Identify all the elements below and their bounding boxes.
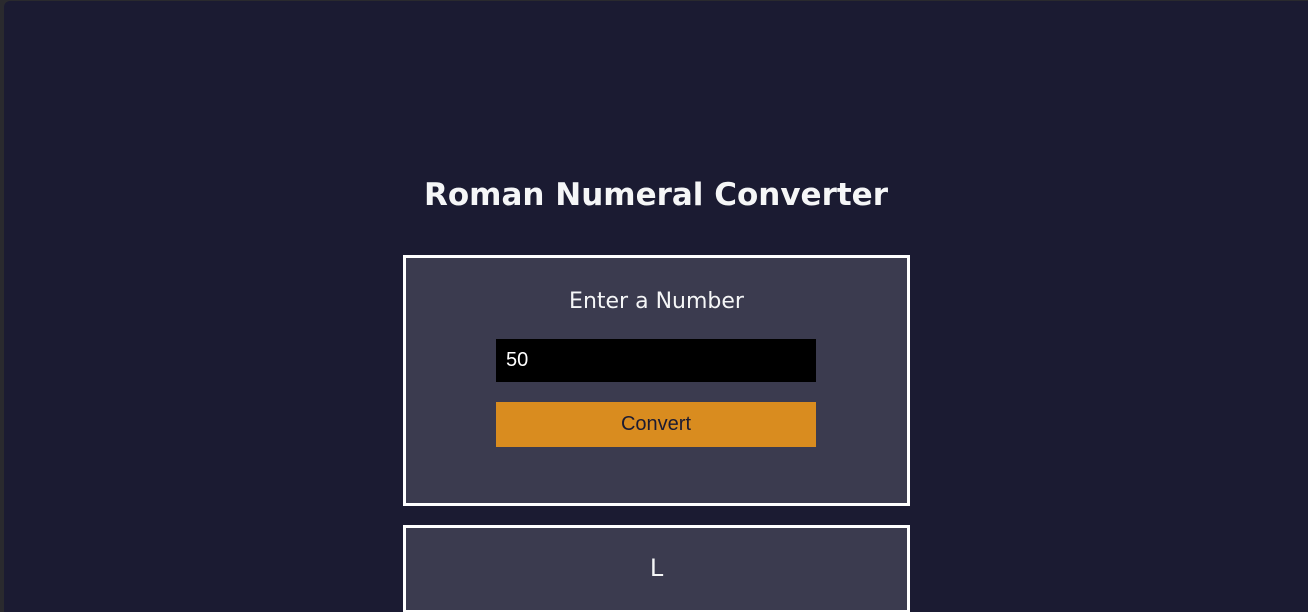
app-window: Roman Numeral Converter Enter a Number C…	[4, 1, 1308, 612]
page-title: Roman Numeral Converter	[424, 177, 888, 213]
output-result: L	[649, 554, 664, 582]
number-input[interactable]	[496, 339, 816, 382]
output-panel: L	[403, 525, 910, 612]
convert-button[interactable]: Convert	[496, 402, 816, 447]
number-input-label: Enter a Number	[569, 289, 744, 314]
converter-form: Enter a Number Convert	[403, 255, 910, 506]
